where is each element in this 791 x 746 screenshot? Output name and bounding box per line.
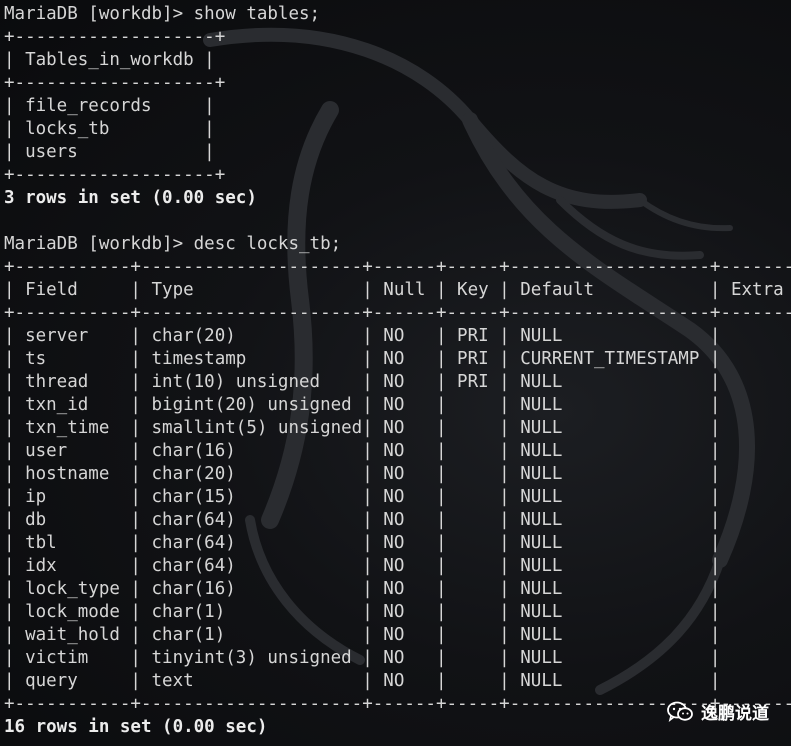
table-row: | thread | int(10) unsigned | NO | PRI |… [4, 372, 791, 392]
terminal-window[interactable]: MariaDB [workdb]> show tables; +---------… [0, 0, 791, 746]
table-row: | lock_type | char(16) | NO | | NULL | | [4, 579, 791, 599]
table-row: | ts | timestamp | NO | PRI | CURRENT_TI… [4, 349, 791, 369]
table-row: | hostname | char(20) | NO | | NULL | | [4, 464, 791, 484]
table-row: | idx | char(64) | NO | | NULL | | [4, 556, 791, 576]
table-row: | txn_time | smallint(5) unsigned| NO | … [4, 418, 791, 438]
table-row: | lock_mode | char(1) | NO | | NULL | | [4, 602, 791, 622]
prompt-line: MariaDB [workdb]> desc locks_tb; [4, 234, 342, 254]
result-summary: 3 rows in set (0.00 sec) [4, 188, 257, 208]
table-row: | server | char(20) | NO | PRI | NULL | … [4, 326, 791, 346]
table-row: | db | char(64) | NO | | NULL | | [4, 510, 791, 530]
watermark-text: 逸鹏说道 [701, 704, 769, 724]
terminal-output: MariaDB [workdb]> show tables; +---------… [4, 3, 791, 739]
table-row: | ip | char(15) | NO | | NULL | | [4, 487, 791, 507]
table-border: +-------------------+ [4, 73, 226, 93]
watermark-badge: 逸鹏说道 [667, 699, 769, 724]
table-row: | locks_tb | [4, 119, 215, 139]
table-row: | wait_hold | char(1) | NO | | NULL | | [4, 625, 791, 645]
table-header-row: | Tables_in_workdb | [4, 50, 215, 70]
table-row: | victim | tinyint(3) unsigned | NO | | … [4, 648, 791, 668]
wechat-icon [667, 701, 693, 722]
table-border: +-------------------+ [4, 27, 226, 47]
table-header-row: | Field | Type | Null | Key | Default | … [4, 280, 791, 300]
prompt-line: MariaDB [workdb]> show tables; [4, 4, 321, 24]
table-row: | txn_id | bigint(20) unsigned | NO | | … [4, 395, 791, 415]
table-border: +-----------+---------------------+-----… [4, 257, 791, 277]
table-border: +-------------------+ [4, 165, 226, 185]
table-row: | query | text | NO | | NULL | | [4, 671, 791, 691]
table-row: | user | char(16) | NO | | NULL | | [4, 441, 791, 461]
table-row: | file_records | [4, 96, 215, 116]
table-border: +-----------+---------------------+-----… [4, 303, 791, 323]
table-row: | tbl | char(64) | NO | | NULL | | [4, 533, 791, 553]
table-row: | users | [4, 142, 215, 162]
